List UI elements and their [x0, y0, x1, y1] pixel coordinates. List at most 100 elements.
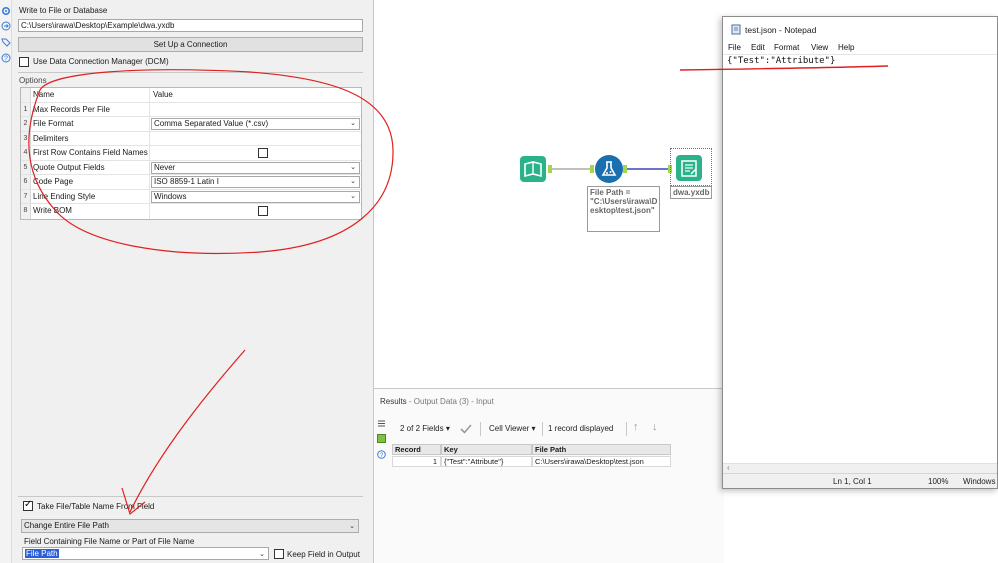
- option-name: Write BOM: [33, 204, 150, 219]
- list-icon[interactable]: [377, 419, 386, 428]
- dcm-checkbox[interactable]: [19, 57, 29, 67]
- max-records-input[interactable]: [151, 103, 361, 117]
- row-number: 2: [21, 117, 31, 131]
- quote-output-value: Never: [154, 162, 176, 172]
- line-ending-value: Windows: [154, 191, 187, 201]
- write-heading: Write to File or Database: [19, 6, 108, 15]
- row-number: 5: [21, 160, 31, 174]
- grid-header-value: Value: [153, 90, 173, 99]
- grid-corner: [21, 88, 31, 102]
- column-header[interactable]: File Path: [532, 444, 671, 455]
- input-data-tool[interactable]: [520, 156, 546, 182]
- cursor-position: Ln 1, Col 1: [833, 477, 872, 486]
- write-bom-checkbox[interactable]: [258, 206, 268, 216]
- help-icon[interactable]: ?: [1, 53, 11, 63]
- book-icon: [524, 161, 542, 178]
- option-name: First Row Contains Field Names: [33, 146, 150, 160]
- chevron-down-icon: ⌄: [259, 551, 265, 558]
- arrow-up-icon[interactable]: ↑: [633, 421, 639, 433]
- setup-connection-button[interactable]: Set Up a Connection: [18, 37, 363, 52]
- menu-view[interactable]: View: [811, 43, 828, 52]
- column-header[interactable]: Key: [441, 444, 532, 455]
- code-page-value: ISO 8859-1 Latin I: [154, 177, 219, 186]
- grid-row: 1 Max Records Per File: [21, 102, 361, 117]
- row-number: 7: [21, 189, 31, 203]
- notepad-text-area[interactable]: {"Test":"Attribute"}: [727, 56, 835, 66]
- flask-icon: [601, 161, 617, 176]
- menu-format[interactable]: Format: [774, 43, 799, 52]
- field-containing-label: Field Containing File Name or Part of Fi…: [24, 537, 195, 546]
- options-label: Options: [19, 76, 47, 85]
- scroll-left-icon[interactable]: ‹: [727, 463, 730, 472]
- output-data-tool[interactable]: [676, 155, 702, 181]
- formula-tool[interactable]: [595, 155, 623, 183]
- grid-row: 5 Quote Output Fields Never ⌄: [21, 160, 361, 175]
- change-mode-value: Change Entire File Path: [24, 521, 109, 530]
- output-annotation: dwa.yxdb: [670, 186, 712, 199]
- annotation-line: File Path =: [590, 188, 631, 197]
- fields-count: 2 of 2 Fields: [400, 424, 444, 433]
- arrow-down-icon[interactable]: ↓: [652, 421, 658, 433]
- toolbar-separator: [626, 422, 627, 436]
- delimiters-input[interactable]: [151, 132, 361, 146]
- key-cell[interactable]: {"Test":"Attribute"}: [441, 456, 532, 467]
- grid-header-name: Name: [33, 88, 150, 102]
- horizontal-scrollbar[interactable]: ‹: [723, 463, 997, 473]
- gear-icon[interactable]: [1, 6, 11, 16]
- quote-output-select[interactable]: Never ⌄: [151, 161, 360, 174]
- grid-row: 3 Delimiters: [21, 131, 361, 146]
- code-page-select[interactable]: ISO 8859-1 Latin I ⌄: [151, 176, 360, 188]
- line-ending-select[interactable]: Windows ⌄: [151, 190, 360, 203]
- chevron-down-icon: ⌄: [349, 523, 355, 530]
- chevron-down-icon: ▾: [531, 424, 536, 433]
- line-ending: Windows: [963, 477, 996, 486]
- options-grid: Name Value 1 Max Records Per File 2 File…: [20, 87, 362, 220]
- menu-file[interactable]: File: [728, 43, 741, 52]
- row-number: 6: [21, 175, 31, 189]
- dcm-label: Use Data Connection Manager (DCM): [33, 57, 169, 66]
- menu-edit[interactable]: Edit: [751, 43, 765, 52]
- help-icon[interactable]: ?: [377, 450, 386, 459]
- fields-dropdown[interactable]: 2 of 2 Fields ▾: [400, 424, 450, 433]
- notepad-window: test.json - Notepad File Edit Format Vie…: [722, 16, 998, 489]
- annotation-line: esktop\test.json": [590, 206, 655, 215]
- notepad-title: test.json - Notepad: [745, 25, 817, 35]
- grid-row: 7 Line Ending Style Windows ⌄: [21, 189, 361, 204]
- divider: [18, 72, 363, 73]
- results-subtitle: - Output Data (3) - Input: [408, 397, 494, 406]
- option-name: Code Page: [33, 175, 150, 189]
- grid-row: 8 Write BOM: [21, 204, 361, 219]
- chevron-down-icon: ⌄: [350, 120, 356, 127]
- option-name: Max Records Per File: [33, 102, 150, 116]
- workflow-canvas[interactable]: File Path = "C:\Users\irawa\D esktop\tes…: [374, 0, 724, 388]
- arrows-icon[interactable]: [1, 21, 11, 31]
- row-number: 8: [21, 204, 31, 219]
- file-path-cell[interactable]: C:\Users\irawa\Desktop\test.json: [532, 456, 671, 467]
- option-name: Delimiters: [33, 131, 150, 145]
- take-name-from-field-checkbox[interactable]: [23, 499, 33, 511]
- output-path-input[interactable]: C:\Users\irawa\Desktop\Example\dwa.yxdb: [18, 19, 363, 32]
- divider: [18, 496, 363, 497]
- keep-field-label: Keep Field in Output: [287, 550, 360, 559]
- cell-viewer-dropdown[interactable]: Cell Viewer ▾: [489, 424, 536, 433]
- chevron-down-icon: ⌄: [350, 192, 356, 200]
- record-cell[interactable]: 1: [392, 456, 441, 467]
- column-header[interactable]: Record: [392, 444, 441, 455]
- output-book-icon: [681, 160, 697, 177]
- menu-help[interactable]: Help: [838, 43, 854, 52]
- notepad-titlebar[interactable]: test.json - Notepad: [723, 17, 997, 41]
- toolbar-separator: [542, 422, 543, 436]
- field-select-value: File Path: [25, 549, 59, 558]
- file-format-select[interactable]: Comma Separated Value (*.csv) ⌄: [151, 118, 360, 130]
- tag-icon[interactable]: [1, 37, 11, 47]
- first-row-field-names-checkbox[interactable]: [258, 148, 268, 158]
- option-name: File Format: [33, 117, 150, 131]
- check-icon[interactable]: [460, 423, 472, 434]
- grid-row: 6 Code Page ISO 8859-1 Latin I ⌄: [21, 175, 361, 190]
- keep-field-checkbox[interactable]: [274, 549, 284, 559]
- grid-row: 2 File Format Comma Separated Value (*.c…: [21, 117, 361, 132]
- change-mode-select[interactable]: Change Entire File Path ⌄: [21, 519, 359, 533]
- field-select[interactable]: File Path ⌄: [22, 547, 269, 560]
- grid-header-row: Name Value: [21, 88, 361, 103]
- data-view-icon[interactable]: [377, 434, 386, 443]
